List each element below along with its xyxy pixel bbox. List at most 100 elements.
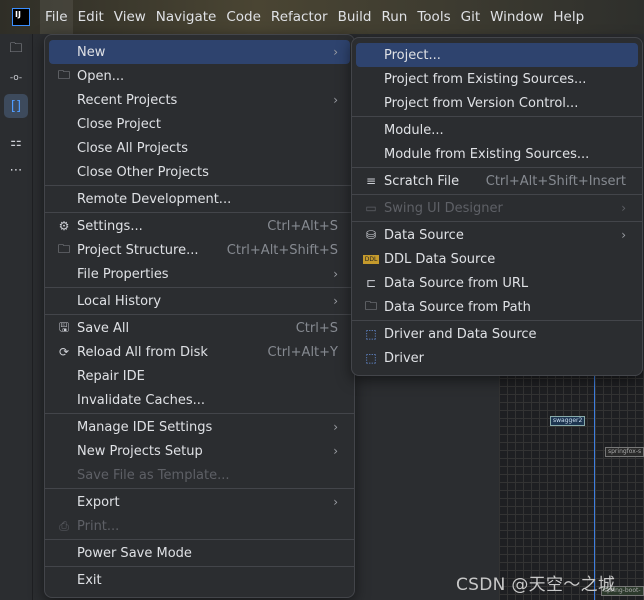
menu-item-label: Save File as Template... (77, 467, 230, 483)
project-structure-icon: 🗀 (57, 241, 70, 256)
menu-item-label: Project... (384, 47, 441, 63)
shortcut-label: Ctrl+Alt+S (267, 218, 338, 234)
menu-tools[interactable]: Tools (412, 0, 455, 34)
new-submenu: Project... Project from Existing Sources.… (351, 37, 643, 376)
menu-view[interactable]: View (109, 0, 151, 34)
menu-item-reload-all-from-disk[interactable]: ⟳ Reload All from Disk Ctrl+Alt+Y (49, 340, 350, 364)
menu-item-project-from-version-control[interactable]: Project from Version Control... (356, 91, 638, 115)
menu-file[interactable]: File (40, 0, 73, 34)
database-icon: ⛁ (365, 228, 377, 242)
menu-item-local-history[interactable]: Local History › (49, 289, 350, 313)
menu-separator (45, 488, 354, 489)
menu-item-open[interactable]: 🗀 Open... (49, 64, 350, 88)
menu-item-exit[interactable]: Exit (49, 568, 350, 592)
menu-git[interactable]: Git (456, 0, 486, 34)
menu-item-label: Recent Projects (77, 92, 178, 108)
chevron-right-icon: › (333, 495, 338, 509)
diagram-node[interactable]: springfox-s (605, 447, 644, 457)
menu-refactor[interactable]: Refactor (266, 0, 333, 34)
file-menu: New › 🗀 Open... Recent Projects › Close Projec… (44, 34, 355, 598)
menu-item-label: Module... (384, 122, 444, 138)
menu-item-label: Project Structure... (77, 242, 199, 258)
menu-run[interactable]: Run (376, 0, 412, 34)
menu-item-driver[interactable]: ⬚ Driver (356, 346, 638, 370)
menu-build[interactable]: Build (333, 0, 377, 34)
menu-item-remote-development[interactable]: Remote Development... (49, 187, 350, 211)
watermark: CSDN @天空～之城 (456, 575, 616, 595)
folder-icon: 🗀 (57, 67, 70, 82)
driver-icon: ⬚ (365, 351, 377, 365)
menu-item-label: Data Source (384, 227, 464, 243)
menu-item-driver-and-data-source[interactable]: ⬚ Driver and Data Source (356, 322, 638, 346)
menu-item-scratch-file[interactable]: ≡ Scratch File Ctrl+Alt+Shift+Insert (356, 169, 638, 193)
menu-item-export[interactable]: Export › (49, 490, 350, 514)
menu-separator (45, 287, 354, 288)
more-icon[interactable]: ⋯ (4, 158, 28, 182)
chevron-right-icon: › (333, 45, 338, 59)
dependency-diagram[interactable]: swagger2 springfox-s spring-boot- (499, 370, 644, 600)
menu-item-label: File Properties (77, 266, 169, 282)
chevron-right-icon: › (621, 201, 626, 215)
menu-item-module-from-existing-sources[interactable]: Module from Existing Sources... (356, 142, 638, 166)
menu-item-label: Open... (77, 68, 125, 84)
menu-item-label: Scratch File (384, 173, 460, 189)
menu-separator (45, 566, 354, 567)
menu-item-ddl-data-source[interactable]: DDL DDL Data Source (356, 247, 638, 271)
menu-item-label: New (77, 44, 106, 60)
menu-item-label: Close All Projects (77, 140, 189, 156)
plugins-icon[interactable]: ⚏ (4, 130, 28, 154)
menu-edit[interactable]: Edit (73, 0, 109, 34)
menu-item-new[interactable]: New › (49, 40, 350, 64)
chevron-right-icon: › (333, 420, 338, 434)
menu-item-label: Driver and Data Source (384, 326, 537, 342)
menu-item-project-from-existing-sources[interactable]: Project from Existing Sources... (356, 67, 638, 91)
menu-item-label: Data Source from Path (384, 299, 531, 315)
menu-item-label: Power Save Mode (77, 545, 192, 561)
commit-icon[interactable]: -o- (4, 66, 28, 90)
menu-separator (352, 221, 642, 222)
menu-code[interactable]: Code (221, 0, 266, 34)
menu-item-data-source-from-url[interactable]: ⊏ Data Source from URL (356, 271, 638, 295)
shortcut-label: Ctrl+Alt+Shift+S (226, 242, 338, 258)
menu-item-invalidate-caches[interactable]: Invalidate Caches... (49, 388, 350, 412)
menu-item-label: Settings... (77, 218, 143, 234)
menu-item-settings[interactable]: ⚙ Settings... Ctrl+Alt+S (49, 214, 350, 238)
folder-icon[interactable]: 🗀 (4, 38, 28, 62)
gear-icon: ⚙ (58, 219, 70, 233)
menu-item-close-all-projects[interactable]: Close All Projects (49, 136, 350, 160)
menu-item-save-all[interactable]: 🖫 Save All Ctrl+S (49, 316, 350, 340)
driver-icon: ⬚ (365, 327, 377, 341)
title-bar: IJ File Edit View Navigate Code Refactor Build… (0, 0, 644, 34)
print-icon: ⎙ (59, 518, 69, 533)
menu-item-module[interactable]: Module... (356, 118, 638, 142)
menu-item-repair-ide[interactable]: Repair IDE (49, 364, 350, 388)
menu-item-label: Module from Existing Sources... (384, 146, 590, 162)
folder-icon: 🗀 (364, 298, 377, 313)
menu-item-close-other-projects[interactable]: Close Other Projects (49, 160, 350, 184)
menu-item-label: Project from Existing Sources... (384, 71, 587, 87)
menu-item-label: New Projects Setup (77, 443, 203, 459)
chevron-right-icon: › (621, 228, 626, 242)
menu-item-data-source[interactable]: ⛁ Data Source › (356, 223, 638, 247)
menu-item-project-structure[interactable]: 🗀 Project Structure... Ctrl+Alt+Shift+S (49, 238, 350, 262)
menu-item-manage-ide-settings[interactable]: Manage IDE Settings › (49, 415, 350, 439)
menu-item-project[interactable]: Project... (356, 43, 638, 67)
menu-separator (45, 413, 354, 414)
intellij-logo: IJ (12, 8, 30, 26)
menu-window[interactable]: Window (485, 0, 548, 34)
menu-item-close-project[interactable]: Close Project (49, 112, 350, 136)
menu-item-data-source-from-path[interactable]: 🗀 Data Source from Path (356, 295, 638, 319)
chevron-right-icon: › (333, 267, 338, 281)
menu-item-recent-projects[interactable]: Recent Projects › (49, 88, 350, 112)
structure-icon[interactable]: [] (4, 94, 28, 118)
save-icon: 🖫 (58, 319, 70, 334)
menu-help[interactable]: Help (548, 0, 589, 34)
menu-item-new-projects-setup[interactable]: New Projects Setup › (49, 439, 350, 463)
menu-item-power-save-mode[interactable]: Power Save Mode (49, 541, 350, 565)
ddl-icon: DDL (363, 255, 379, 264)
reload-icon: ⟳ (58, 345, 70, 359)
menu-item-save-file-as-template: Save File as Template... (49, 463, 350, 487)
menu-navigate[interactable]: Navigate (151, 0, 222, 34)
diagram-node[interactable]: swagger2 (550, 416, 586, 426)
menu-item-file-properties[interactable]: File Properties › (49, 262, 350, 286)
